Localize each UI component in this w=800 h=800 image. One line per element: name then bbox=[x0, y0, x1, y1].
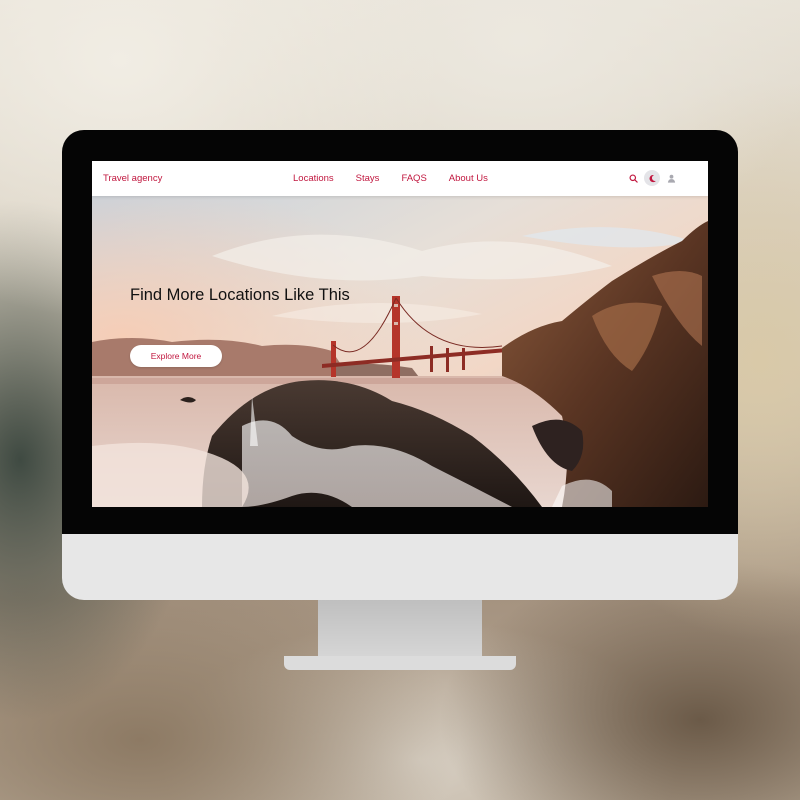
nav-link-stays[interactable]: Stays bbox=[356, 173, 380, 184]
theme-toggle-button[interactable] bbox=[644, 170, 660, 186]
nav-link-locations[interactable]: Locations bbox=[293, 173, 334, 184]
monitor-chin bbox=[62, 534, 738, 600]
website-screen: Travel agency Locations Stays FAQS About… bbox=[92, 161, 708, 507]
nav-link-faqs[interactable]: FAQS bbox=[401, 173, 426, 184]
nav-links: Locations Stays FAQS About Us bbox=[293, 173, 510, 184]
search-button[interactable] bbox=[625, 170, 641, 186]
moon-icon bbox=[649, 174, 656, 182]
nav-link-about-us[interactable]: About Us bbox=[449, 173, 488, 184]
user-icon bbox=[667, 174, 675, 183]
monitor-stand-foot bbox=[284, 656, 516, 670]
brand-logo[interactable]: Travel agency bbox=[103, 173, 162, 184]
search-icon bbox=[628, 173, 638, 183]
account-button[interactable] bbox=[663, 170, 679, 186]
hero-section: Find More Locations Like This Explore Mo… bbox=[92, 196, 708, 507]
nav-icons bbox=[625, 170, 682, 186]
explore-more-button[interactable]: Explore More bbox=[130, 345, 222, 367]
navbar: Travel agency Locations Stays FAQS About… bbox=[92, 161, 708, 196]
hero-title: Find More Locations Like This bbox=[130, 286, 350, 304]
monitor-stand bbox=[318, 600, 482, 658]
